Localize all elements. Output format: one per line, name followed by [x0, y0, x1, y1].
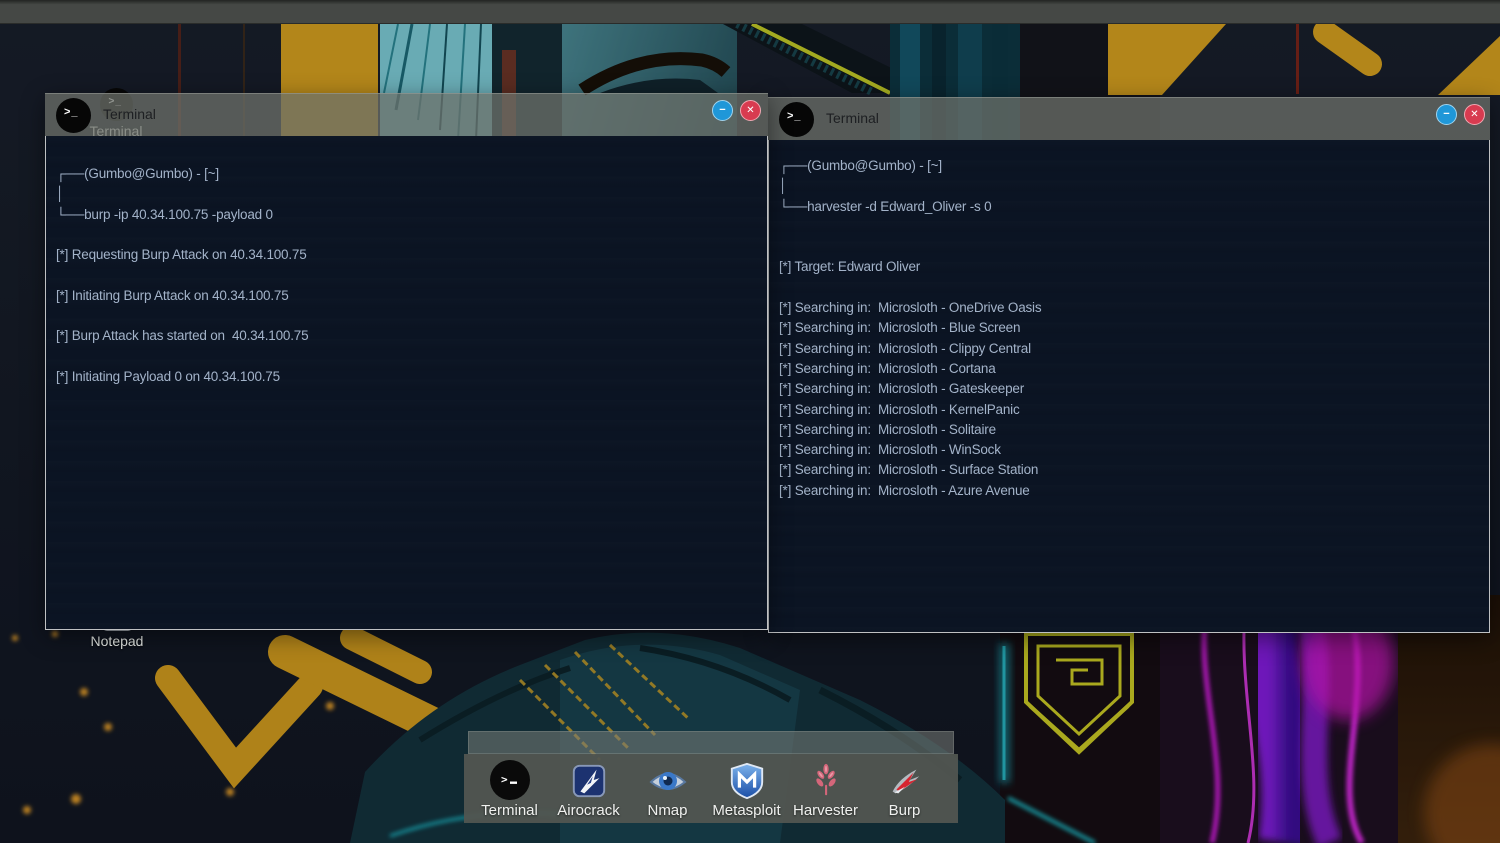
terminal-line: [*] Searching in: Microsloth - Cortana	[779, 359, 1485, 379]
terminal-line: [*] Requesting Burp Attack on 40.34.100.…	[56, 245, 763, 265]
terminal-line: │	[56, 184, 763, 204]
terminal-line	[56, 306, 763, 326]
terminal-icon: >_	[56, 98, 91, 133]
terminal-line	[56, 347, 763, 367]
terminal-line: [*] Burp Attack has started on 40.34.100…	[56, 326, 763, 346]
metasploit-icon	[726, 760, 768, 802]
terminal-line: ┌──(Gumbo@Gumbo) - [~]	[56, 164, 763, 184]
dock-item-label: Nmap	[647, 802, 687, 819]
terminal-line: [*] Initiating Payload 0 on 40.34.100.75	[56, 367, 763, 387]
dock-item-harvester[interactable]: Harvester	[786, 754, 865, 823]
dock-item-terminal[interactable]: > Terminal	[470, 754, 549, 823]
terminal-line: [*] Searching in: Microsloth - KernelPan…	[779, 400, 1485, 420]
dock-item-metasploit[interactable]: Metasploit	[707, 754, 786, 823]
dock-item-airocrack[interactable]: Airocrack	[549, 754, 628, 823]
harvester-icon	[805, 760, 847, 802]
dock: > Terminal Airocrack	[464, 731, 958, 823]
terminal-line: │	[779, 176, 1485, 196]
close-button[interactable]: ✕	[740, 100, 761, 121]
terminal-window-left: >_ Terminal − ✕ ┌──(Gumbo@Gumbo) - [~]│└…	[45, 93, 768, 630]
terminal-line: [*] Initiating Burp Attack on 40.34.100.…	[56, 286, 763, 306]
terminal-line	[779, 278, 1485, 298]
titlebar[interactable]: >_ Terminal − ✕	[45, 93, 768, 136]
dock-item-nmap[interactable]: Nmap	[628, 754, 707, 823]
terminal-line	[56, 265, 763, 285]
terminal-icon: >_	[779, 102, 814, 137]
terminal-window-right: >_ Terminal − ✕ ┌──(Gumbo@Gumbo) - [~]│└…	[768, 97, 1490, 633]
window-title: Terminal	[103, 106, 156, 122]
terminal-output[interactable]: ┌──(Gumbo@Gumbo) - [~]│└──burp -ip 40.34…	[45, 136, 768, 630]
titlebar[interactable]: >_ Terminal − ✕	[768, 97, 1490, 140]
terminal-line: [*] Searching in: Microsloth - Azure Ave…	[779, 481, 1485, 501]
minimize-button[interactable]: −	[712, 100, 733, 121]
terminal-line: [*] Searching in: Microsloth - OneDrive …	[779, 298, 1485, 318]
terminal-line	[56, 225, 763, 245]
svg-text:>: >	[501, 773, 508, 786]
dock-top-strip	[468, 731, 954, 754]
terminal-line: [*] Searching in: Microsloth - Surface S…	[779, 460, 1485, 480]
dock-item-label: Airocrack	[557, 802, 620, 819]
dock-item-label: Burp	[889, 802, 921, 819]
top-panel	[0, 0, 1500, 24]
dock-body: > Terminal Airocrack	[464, 754, 958, 823]
terminal-line: [*] Searching in: Microsloth - Clippy Ce…	[779, 339, 1485, 359]
dock-item-label: Harvester	[793, 802, 858, 819]
terminal-line: └──burp -ip 40.34.100.75 -payload 0	[56, 205, 763, 225]
desktop: >_ Terminal Notepad >_ Terminal − ✕ ┌──(…	[0, 0, 1500, 843]
terminal-line: [*] Searching in: Microsloth - WinSock	[779, 440, 1485, 460]
terminal-line: [*] Searching in: Microsloth - Solitaire	[779, 420, 1485, 440]
terminal-icon: >	[489, 760, 531, 802]
terminal-line: [*] Target: Edward Oliver	[779, 257, 1485, 277]
terminal-line	[779, 217, 1485, 237]
dock-item-burp[interactable]: Burp	[865, 754, 944, 823]
dock-item-label: Metasploit	[712, 802, 780, 819]
terminal-line: └──harvester -d Edward_Oliver -s 0	[779, 197, 1485, 217]
window-title: Terminal	[826, 110, 879, 126]
terminal-line: ┌──(Gumbo@Gumbo) - [~]	[779, 156, 1485, 176]
minimize-button[interactable]: −	[1436, 104, 1457, 125]
terminal-line: [*] Searching in: Microsloth - Gateskeep…	[779, 379, 1485, 399]
desktop-icon-label: Notepad	[78, 633, 156, 649]
terminal-line: [*] Searching in: Microsloth - Blue Scre…	[779, 318, 1485, 338]
terminal-output[interactable]: ┌──(Gumbo@Gumbo) - [~]│└──harvester -d E…	[768, 140, 1490, 633]
airocrack-icon	[568, 760, 610, 802]
close-button[interactable]: ✕	[1464, 104, 1485, 125]
dock-item-label: Terminal	[481, 802, 538, 819]
burp-icon	[884, 760, 926, 802]
nmap-icon	[647, 760, 689, 802]
terminal-line	[779, 237, 1485, 257]
